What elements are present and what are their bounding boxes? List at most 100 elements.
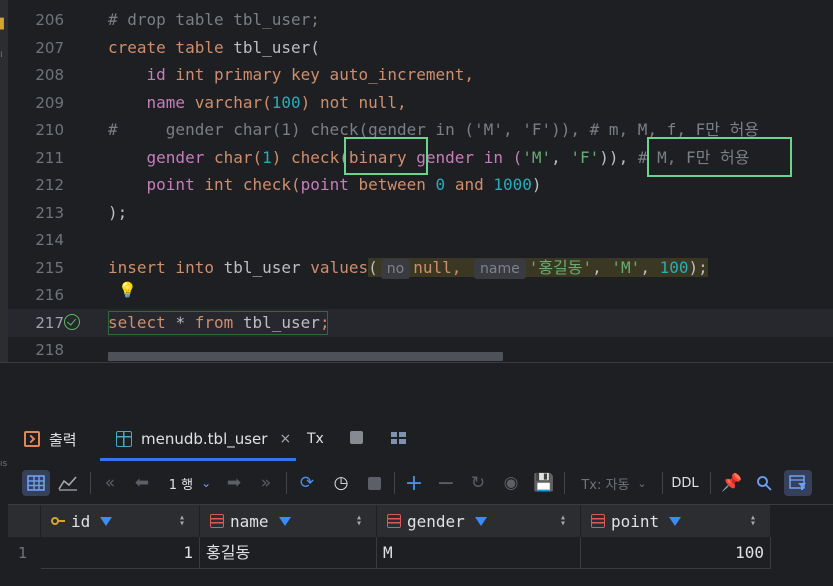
- search-icon[interactable]: [754, 470, 774, 496]
- close-icon[interactable]: ×: [279, 431, 291, 447]
- submit-save-icon[interactable]: 💾: [533, 470, 554, 496]
- line-number: 214: [35, 231, 64, 249]
- column-header-point[interactable]: point ▴ ▾: [581, 505, 771, 537]
- table-view-icon[interactable]: [22, 470, 50, 496]
- keyword: ) check(: [271, 148, 349, 167]
- string: 'F': [570, 148, 600, 167]
- separator: [90, 472, 91, 494]
- number: 100: [271, 93, 301, 112]
- lightbulb-icon[interactable]: 💡: [118, 281, 137, 299]
- filter-icon[interactable]: [278, 516, 291, 526]
- console-icon: [24, 431, 40, 447]
- punct: ,: [640, 258, 660, 277]
- column-name: gender: [146, 148, 205, 167]
- column-header-id[interactable]: id ▴ ▾: [41, 505, 200, 537]
- prev-page-icon[interactable]: ⬅: [132, 470, 152, 496]
- tab-table-result[interactable]: menudb.tbl_user ×: [102, 417, 299, 461]
- filter-icon[interactable]: [669, 516, 682, 526]
- cell-point[interactable]: 100: [581, 537, 771, 569]
- line-number: 210: [35, 121, 64, 139]
- tx-button[interactable]: Tx: [307, 417, 324, 461]
- last-page-icon[interactable]: »: [256, 470, 276, 496]
- delete-row-icon[interactable]: −: [436, 470, 456, 496]
- column-name: point: [146, 175, 195, 194]
- string: '홍길동': [528, 258, 593, 277]
- line-number: 215: [35, 259, 64, 277]
- check-circle-icon[interactable]: [64, 314, 80, 330]
- row-number[interactable]: 1: [8, 537, 40, 569]
- punct: ,: [551, 148, 571, 167]
- sort-icon[interactable]: ▴ ▾: [560, 513, 566, 529]
- strip-marker: ı: [0, 49, 3, 60]
- column-header-label: point: [611, 511, 660, 531]
- column-icon: [387, 514, 401, 528]
- values-args: (no null, name '홍길동', 'M', 100);: [368, 258, 708, 279]
- keyword: values: [310, 258, 369, 277]
- separator: [710, 472, 711, 494]
- chevron-down-icon: ⌄: [637, 476, 647, 490]
- keyword: varchar(: [185, 93, 272, 112]
- tab-output-label: 출력: [49, 430, 77, 449]
- keyword: int primary key auto_increment,: [165, 65, 475, 84]
- line-number: 217: [35, 314, 64, 332]
- sql-editor[interactable]: ▌ ı 206 207 208 209 210 211 212 213 214 …: [0, 0, 833, 362]
- strip-marker: ▌: [0, 19, 8, 30]
- column-header-label: id: [71, 511, 91, 531]
- tx-mode-dropdown[interactable]: Tx: 자동 ⌄: [574, 470, 654, 496]
- line-number: 218: [35, 341, 64, 359]
- filter-icon[interactable]: [100, 516, 113, 526]
- panel-divider[interactable]: ıs: [0, 362, 833, 469]
- page-size-dropdown[interactable]: 1 행 ⌄: [164, 470, 216, 496]
- column-icon: [210, 514, 224, 528]
- punct: ): [531, 175, 542, 194]
- keyword: ) not null,: [300, 93, 407, 112]
- column-header-gender[interactable]: gender ▴ ▾: [377, 505, 581, 537]
- add-row-icon[interactable]: +: [404, 470, 424, 496]
- line-number: 206: [35, 11, 64, 29]
- keyword: insert into: [108, 258, 224, 277]
- cell-name[interactable]: 홍길동: [200, 537, 377, 569]
- column-icon: [591, 514, 605, 528]
- refresh-icon[interactable]: ⟳: [296, 470, 318, 496]
- column-header-name[interactable]: name ▴ ▾: [200, 505, 377, 537]
- annotation-box-comment: [647, 137, 792, 177]
- pin-icon[interactable]: 📌: [721, 470, 742, 496]
- row-number-header: [8, 505, 40, 537]
- cell-id[interactable]: 1: [41, 537, 200, 569]
- tab-table-label: menudb.tbl_user: [141, 430, 268, 448]
- preview-eye-icon[interactable]: ◉: [500, 470, 522, 496]
- cell-gender[interactable]: M: [377, 537, 581, 569]
- layout-grid-icon[interactable]: [391, 432, 406, 444]
- sort-icon[interactable]: ▴ ▾: [750, 513, 756, 529]
- primary-key-icon: [51, 514, 65, 528]
- cancel-query-icon[interactable]: [364, 470, 384, 496]
- keyword: char(: [204, 148, 263, 167]
- separator: [662, 472, 663, 494]
- table-icon: [116, 431, 132, 447]
- tx-mode-label: Tx: 자동: [581, 477, 630, 493]
- param-hint-name: name: [474, 259, 526, 279]
- history-icon[interactable]: ◷: [330, 470, 352, 496]
- string: 'M': [522, 148, 552, 167]
- next-page-icon[interactable]: ➡: [224, 470, 244, 496]
- revert-icon[interactable]: ↻: [468, 470, 488, 496]
- filter-icon[interactable]: [474, 516, 487, 526]
- horizontal-scrollbar[interactable]: [108, 352, 503, 361]
- stop-icon[interactable]: [350, 431, 363, 444]
- ddl-button[interactable]: DDL: [670, 470, 700, 496]
- result-grid[interactable]: id ▴ ▾ name ▴ ▾ gender ▴ ▾ point ▴ ▾ 1 1 홍길동…: [8, 505, 833, 586]
- tab-output[interactable]: 출력: [24, 417, 77, 461]
- keyword: null,: [413, 258, 462, 277]
- keyword: and: [445, 175, 494, 194]
- page-size-label: 1 행: [168, 477, 194, 493]
- first-page-icon[interactable]: «: [100, 470, 120, 496]
- code-line-208: id int primary key auto_increment,: [108, 65, 475, 85]
- chart-view-icon[interactable]: [56, 470, 80, 496]
- param-hint-no: no: [380, 259, 411, 279]
- active-tab-indicator: [100, 458, 296, 461]
- sort-icon[interactable]: ▴ ▾: [179, 513, 185, 529]
- line-number: 213: [35, 204, 64, 222]
- paren: (: [368, 258, 378, 277]
- sort-icon[interactable]: ▴ ▾: [356, 513, 362, 529]
- filter-panel-icon[interactable]: [784, 470, 812, 496]
